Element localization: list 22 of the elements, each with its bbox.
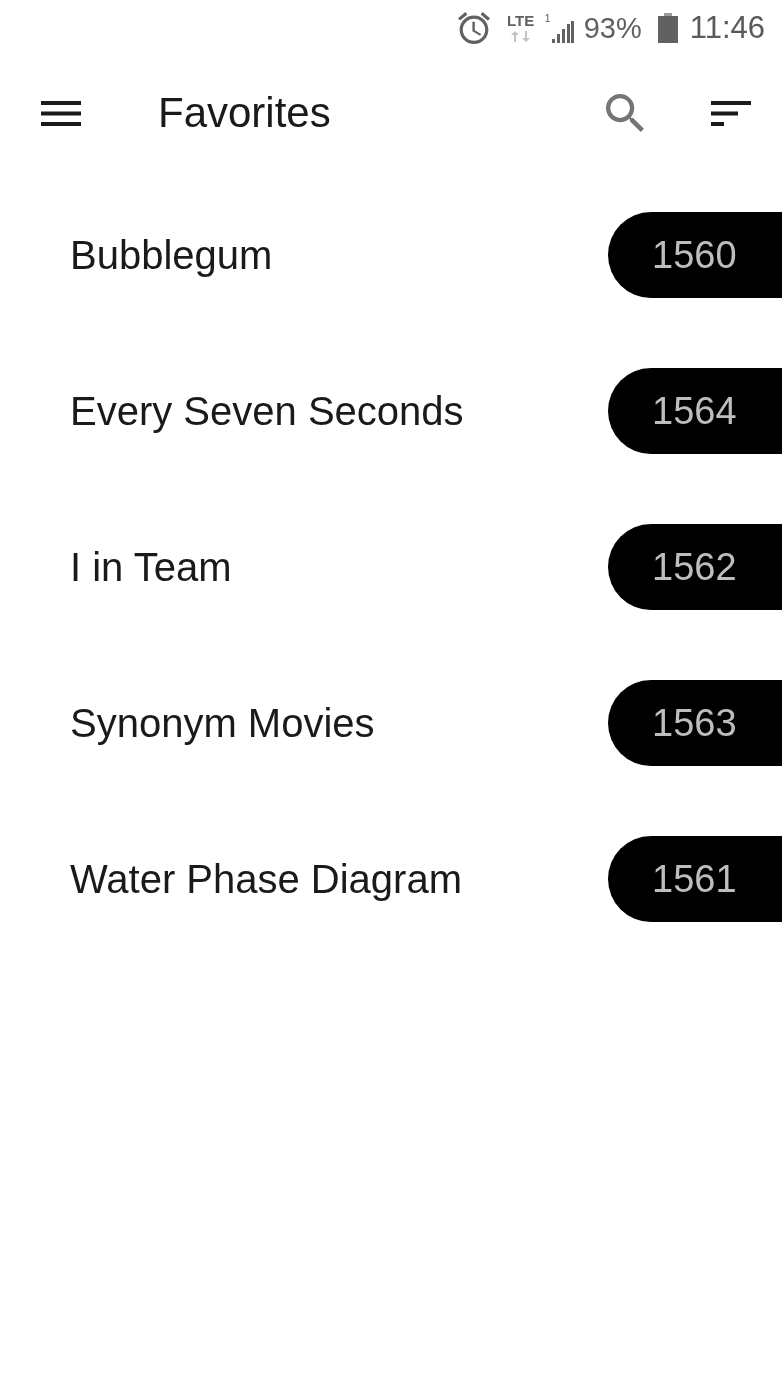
count-badge: 1560 <box>608 212 782 298</box>
battery-percentage: 93% <box>583 10 642 45</box>
sort-icon[interactable] <box>711 100 751 126</box>
count-badge: 1561 <box>608 836 782 922</box>
network-type-label: LTE <box>506 13 535 28</box>
list-item-title[interactable]: Water Phase Diagram <box>70 855 462 903</box>
data-arrows-icon <box>510 31 531 42</box>
count-badge: 1562 <box>608 524 782 610</box>
list-item-title[interactable]: I in Team <box>70 543 232 591</box>
count-badge: 1564 <box>608 368 782 454</box>
alarm-clock-icon <box>457 11 490 44</box>
search-icon[interactable] <box>606 94 644 132</box>
sim-slot-label: 1 <box>544 12 551 24</box>
menu-icon[interactable] <box>41 100 81 126</box>
clock-time: 11:46 <box>689 9 765 46</box>
list-item-title[interactable]: Synonym Movies <box>70 699 375 747</box>
count-badge: 1563 <box>608 680 782 766</box>
screen-title: Favorites <box>158 88 332 138</box>
list-item-title[interactable]: Every Seven Seconds <box>70 387 464 435</box>
battery-icon <box>657 12 678 43</box>
signal-bars-icon <box>551 20 574 43</box>
list-item-title[interactable]: Bubblegum <box>70 231 273 279</box>
